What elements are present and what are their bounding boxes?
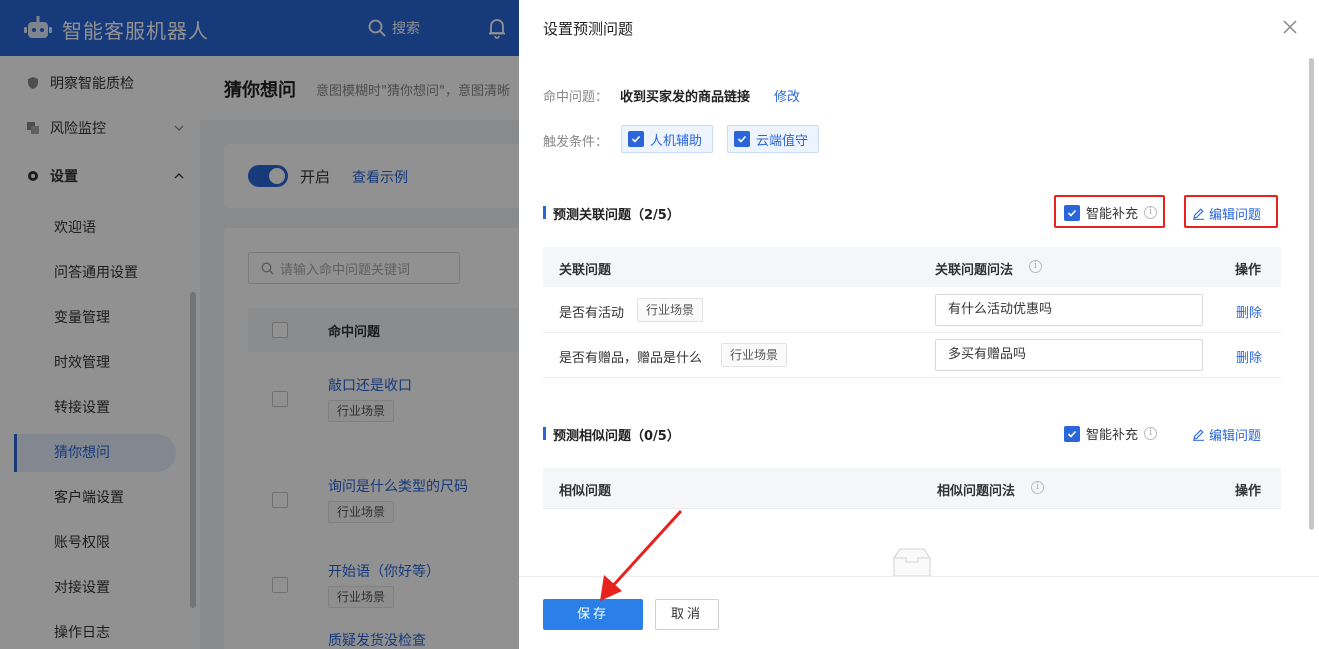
trigger-cloud-duty-checkbox[interactable]: 云端值守 <box>727 125 820 153</box>
settings-drawer: 设置预测问题 命中问题： 收到买家发的商品链接 修改 触发条件： 人机辅助 云端… <box>519 0 1319 649</box>
info-icon[interactable]: i <box>1144 206 1158 219</box>
mask-overlay[interactable] <box>0 56 519 649</box>
column-header: 关联问题 <box>559 263 612 278</box>
smart-label: 智能补充 <box>1086 428 1139 443</box>
delete-link[interactable]: 删除 <box>1236 347 1262 366</box>
related-question-text: 是否有活动 <box>559 306 625 321</box>
edit-pencil-icon <box>1193 208 1204 220</box>
scene-tag: 行业场景 <box>721 343 788 367</box>
similar-edit-button[interactable]: 编辑问题 <box>1192 425 1261 444</box>
drawer-footer: 保存 取消 <box>519 576 1319 649</box>
section-accent-bar <box>543 206 546 219</box>
edit-label: 编辑问题 <box>1209 429 1262 444</box>
similar-smart-supplement-checkbox[interactable]: 智能补充 i <box>1064 424 1158 443</box>
trigger-human-assist-checkbox[interactable]: 人机辅助 <box>621 125 714 153</box>
checkbox-checked-icon <box>734 131 750 147</box>
related-edit-button[interactable]: 编辑问题 <box>1192 204 1261 223</box>
checkbox-checked-icon <box>628 131 644 147</box>
section-accent-bar <box>543 427 546 440</box>
column-header: 关联问题问法 <box>935 263 1014 278</box>
empty-box-icon <box>893 548 931 576</box>
hit-question-label: 命中问题： <box>543 90 609 105</box>
scene-tag: 行业场景 <box>637 298 704 322</box>
phrase-input[interactable]: 有什么活动优惠吗 <box>935 294 1203 326</box>
save-button[interactable]: 保存 <box>543 599 643 630</box>
table-row: 是否有赠品，赠品是什么 行业场景 多买有赠品吗 删除 <box>543 333 1281 378</box>
table-row: 是否有活动 行业场景 有什么活动优惠吗 删除 <box>543 288 1281 333</box>
mask-overlay-top[interactable] <box>0 0 519 56</box>
related-questions-table: 关联问题 关联问题问法 i 操作 是否有活动 行业场景 有什么活动优惠吗 删除 … <box>543 247 1281 378</box>
drawer-scrollbar[interactable] <box>1309 58 1314 530</box>
delete-link[interactable]: 删除 <box>1236 302 1262 321</box>
info-icon[interactable]: i <box>1031 481 1044 494</box>
checkbox-checked-icon <box>1064 425 1080 442</box>
column-header: 相似问题 <box>559 484 612 499</box>
checkbox-checked-icon <box>1064 204 1080 221</box>
drawer-title: 设置预测问题 <box>543 20 634 38</box>
cancel-button[interactable]: 取消 <box>655 599 719 630</box>
table-header: 关联问题 关联问题问法 i 操作 <box>543 247 1281 287</box>
edit-pencil-icon <box>1193 429 1204 441</box>
trigger-label-text: 云端值守 <box>756 133 809 149</box>
similar-section-title: 预测相似问题（0/5） <box>553 429 680 444</box>
table-header: 相似问题 相似问题问法 i 操作 <box>543 468 1281 509</box>
related-section-title: 预测关联问题（2/5） <box>553 208 680 223</box>
related-question-text: 是否有赠品，赠品是什么 <box>559 351 703 366</box>
edit-label: 编辑问题 <box>1209 208 1262 223</box>
hit-question-value: 收到买家发的商品链接 <box>620 90 751 105</box>
trigger-label: 触发条件： <box>543 135 609 150</box>
phrase-input[interactable]: 多买有赠品吗 <box>935 339 1203 371</box>
trigger-label-text: 人机辅助 <box>650 133 703 149</box>
modify-link[interactable]: 修改 <box>774 86 800 105</box>
info-icon[interactable]: i <box>1029 260 1042 273</box>
column-header: 操作 <box>1235 484 1262 499</box>
smart-label: 智能补充 <box>1086 207 1139 222</box>
related-smart-supplement-checkbox[interactable]: 智能补充 i <box>1064 203 1158 222</box>
similar-questions-table: 相似问题 相似问题问法 i 操作 <box>543 468 1281 509</box>
info-icon[interactable]: i <box>1144 427 1158 440</box>
column-header: 相似问题问法 <box>937 484 1016 499</box>
column-header: 操作 <box>1235 263 1262 278</box>
close-icon[interactable] <box>1281 18 1299 36</box>
